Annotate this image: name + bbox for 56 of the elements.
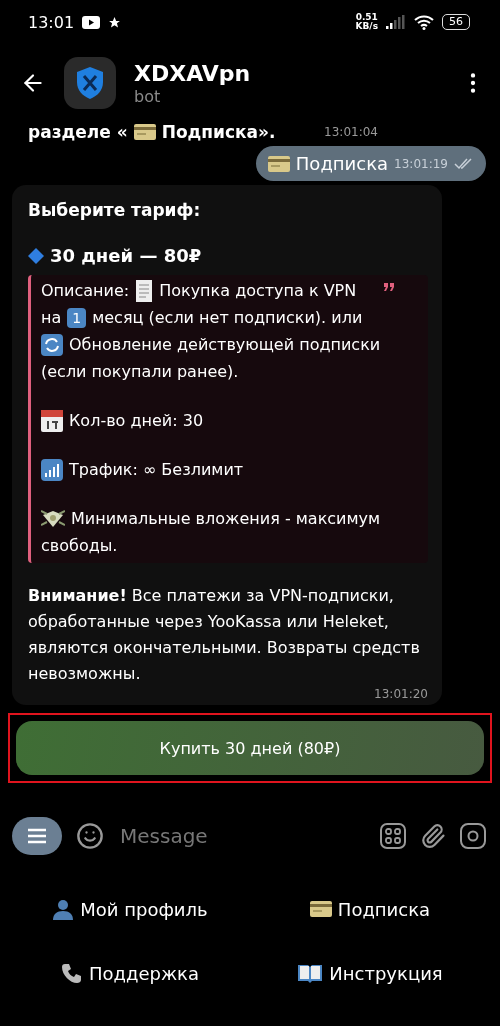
grid-button[interactable] <box>380 823 406 849</box>
keycap-digit: 1 <box>67 307 87 328</box>
credit-card-icon <box>133 124 156 140</box>
chat-subtitle: bot <box>134 86 162 106</box>
credit-card-icon <box>309 901 332 917</box>
attach-button[interactable] <box>420 823 446 849</box>
buy-button[interactable]: Купить 30 дней (80₽) <box>16 721 484 775</box>
refresh-icon <box>41 333 63 356</box>
camera-button[interactable] <box>460 823 486 849</box>
message-text: разделе « <box>28 122 128 142</box>
message-time: 13:01:04 <box>324 125 378 139</box>
status-time: 13:01 <box>28 12 75 32</box>
message-text: Кол-во дней: 30 <box>69 410 204 432</box>
diamond-icon <box>28 248 44 264</box>
plan-title: 30 дней — 80₽ <box>50 244 202 268</box>
menu-button[interactable] <box>12 817 62 855</box>
signal-icon <box>386 15 406 29</box>
quote-mark-icon <box>384 283 394 291</box>
message-text: Подписка». <box>161 122 276 142</box>
message-text: месяц (если нет подписки). или <box>92 307 363 329</box>
battery-indicator: 56 <box>442 14 470 30</box>
phone-icon <box>60 962 83 984</box>
signal-bars-icon <box>41 458 63 481</box>
message-field[interactable]: Message <box>118 823 366 849</box>
message-text: Покупка доступа к VPN <box>159 280 357 302</box>
person-icon <box>52 898 75 920</box>
message-text: Описание: <box>41 280 130 302</box>
keyboard-button[interactable]: Мой профиль <box>10 886 250 932</box>
keyboard-button[interactable]: Подписка <box>250 886 490 932</box>
keyboard-button[interactable]: Инструкция <box>250 950 490 996</box>
message-text: на <box>41 307 62 329</box>
menu-icon <box>27 828 47 844</box>
message-text: Минимальные вложения - максимум <box>71 508 381 530</box>
message-time: 13:01:19 <box>394 156 448 171</box>
message-text: свободы. <box>41 535 118 557</box>
calendar-icon <box>41 409 63 432</box>
star-icon <box>108 15 122 29</box>
shield-icon <box>75 66 105 100</box>
network-speed-unit: KB/s <box>355 22 378 31</box>
book-icon <box>297 963 324 983</box>
message-heading: Выберите тариф: <box>28 199 202 222</box>
money-icon <box>41 508 65 529</box>
warning-text: Внимание! Все платежи за VPN-подписки, обработанные через YooKassa или Heleket, являются окончательными. Возвраты средств невозможны. <box>28 585 421 685</box>
message-text: Подписка <box>295 152 389 176</box>
network-speed: 0.51 <box>355 13 378 22</box>
receipt-icon <box>135 279 154 302</box>
message-text: (если покупали ранее). <box>41 361 239 383</box>
emoji-button[interactable] <box>76 822 104 850</box>
credit-card-icon <box>267 155 290 172</box>
message-text: Трафик: ∞ Безлимит <box>69 459 244 481</box>
chat-title: XDXAVpn <box>134 60 252 87</box>
wifi-icon <box>414 14 434 30</box>
message-text: Обновление действующей подписки <box>69 334 381 356</box>
message-time: 13:01:20 <box>374 687 428 701</box>
keyboard-button[interactable]: Поддержка <box>10 950 250 996</box>
video-play-icon <box>82 15 101 29</box>
